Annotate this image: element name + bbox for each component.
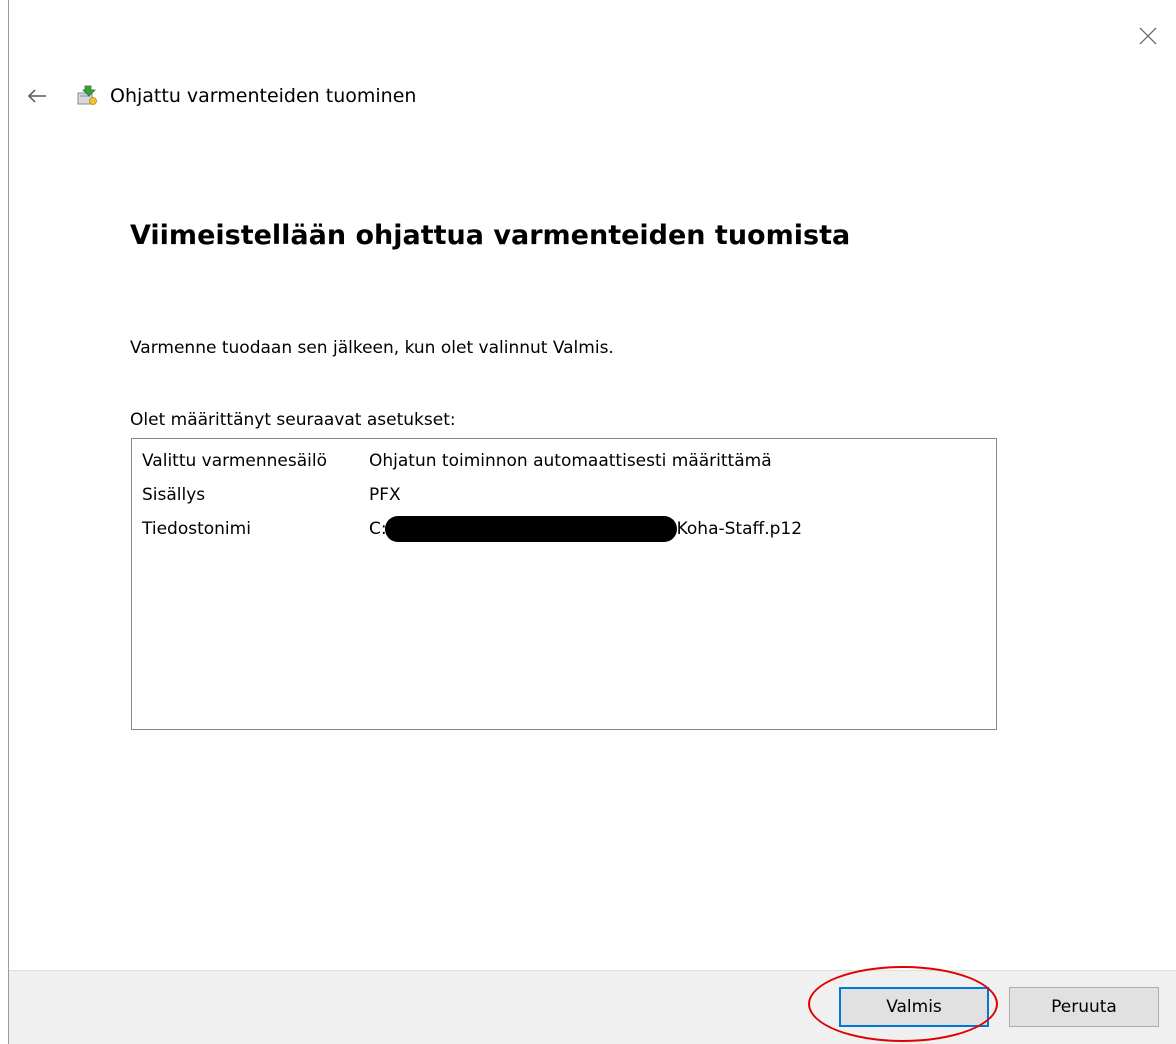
finish-button[interactable]: Valmis bbox=[839, 987, 989, 1027]
close-icon bbox=[1139, 27, 1157, 45]
settings-list[interactable]: Valittu varmennesäilö Ohjatun toiminnon … bbox=[131, 438, 997, 730]
settings-key: Valittu varmennesäilö bbox=[142, 451, 327, 471]
page-heading: Viimeistellään ohjattua varmenteiden tuo… bbox=[130, 220, 851, 251]
settings-value: PFX bbox=[369, 485, 401, 505]
settings-value: Ohjatun toiminnon automaattisesti määrit… bbox=[369, 451, 772, 471]
wizard-title-bar: Ohjattu varmenteiden tuominen bbox=[22, 78, 416, 114]
back-arrow-icon bbox=[27, 89, 46, 103]
settings-key: Tiedostonimi bbox=[142, 519, 251, 539]
settings-value-filename: C: Koha-Staff.p12 bbox=[369, 516, 802, 542]
certificate-import-icon bbox=[74, 83, 100, 109]
certificate-import-wizard: Ohjattu varmenteiden tuominen Viimeistel… bbox=[0, 0, 1176, 1044]
settings-row-store: Valittu varmennesäilö Ohjatun toiminnon … bbox=[142, 447, 772, 475]
redaction-mark bbox=[384, 516, 677, 542]
settings-label: Olet määrittänyt seuraavat asetukset: bbox=[130, 410, 456, 430]
cancel-button[interactable]: Peruuta bbox=[1009, 987, 1159, 1027]
wizard-footer: Valmis Peruuta bbox=[9, 970, 1176, 1044]
wizard-title: Ohjattu varmenteiden tuominen bbox=[110, 85, 417, 107]
settings-row-content: Sisällys PFX bbox=[142, 481, 401, 509]
filename-suffix: Koha-Staff.p12 bbox=[676, 519, 803, 539]
info-text: Varmenne tuodaan sen jälkeen, kun olet v… bbox=[130, 338, 614, 358]
filename-prefix: C: bbox=[369, 519, 387, 539]
close-button[interactable] bbox=[1132, 20, 1164, 52]
settings-key: Sisällys bbox=[142, 485, 206, 505]
settings-row-filename: Tiedostonimi C: Koha-Staff.p12 bbox=[142, 515, 802, 543]
window-left-border bbox=[8, 0, 9, 1044]
back-button[interactable] bbox=[22, 81, 52, 111]
